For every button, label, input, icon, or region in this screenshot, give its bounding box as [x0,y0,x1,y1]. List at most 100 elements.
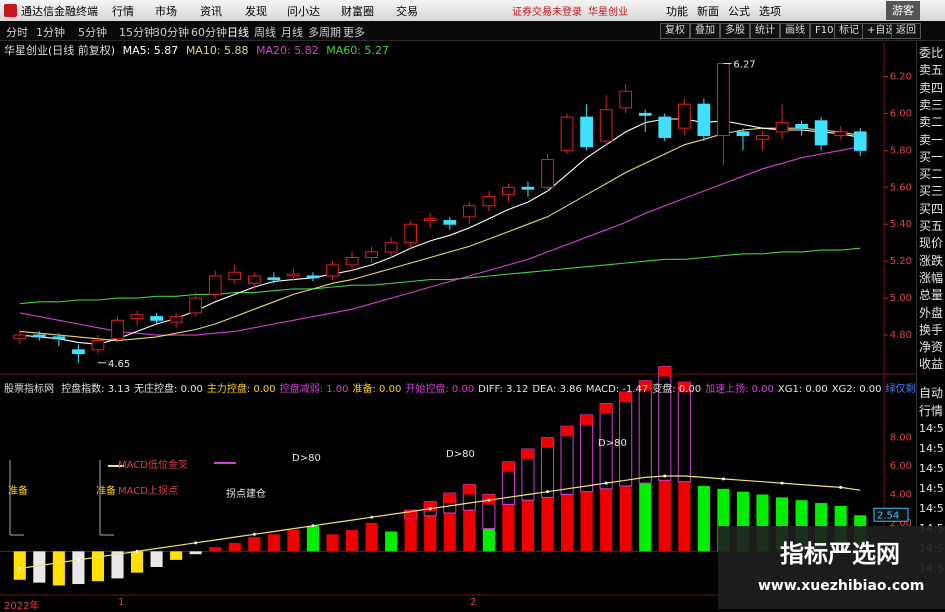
candle-up [13,334,27,340]
d80-label: D>80 [598,438,627,449]
candle-down [306,275,320,279]
indicator-bar [541,497,554,552]
control-cap-box [443,493,456,504]
tick-time-label: 14:5 [919,482,944,495]
candle-down [658,116,672,138]
candle-up [169,316,183,323]
candle-down [697,103,711,137]
indicator-dot [252,532,256,536]
quote-panel-label[interactable]: 净资 [919,338,943,355]
quote-panel-label[interactable]: 换手 [919,321,943,338]
price-axis-label: 6.00 [890,108,912,119]
quote-panel-label[interactable]: 买五 [919,217,943,234]
prepare-label: 准备 [96,484,116,497]
quote-panel-label[interactable]: 外盘 [919,304,943,321]
candle-up [130,314,144,319]
indicator-bar [345,530,359,552]
quote-panel-label[interactable]: 现价 [919,234,943,251]
quote-panel-label[interactable]: 卖二 [919,113,943,130]
indicator-bar [443,512,456,552]
candle-up [599,109,613,142]
indicator-bar [209,547,222,552]
macd-gold-label: MACD低位金叉 [118,458,188,471]
quote-panel-label[interactable]: 买三 [919,182,943,199]
candle-up [404,223,418,244]
indicator-dot [487,498,491,502]
indicator-legend-item: 无庄控盘: 0.00 [134,384,203,395]
candle-up [462,205,476,218]
candle-down [814,120,828,146]
indicator-legend-item: XG2: 0.00 [831,384,882,395]
candle-down [580,116,593,148]
macd-up-label: MACD上拐点 [118,484,178,497]
quote-panel-mode-label[interactable]: 行情 [919,402,943,419]
control-cap-box [463,484,476,495]
quote-panel-label[interactable]: 涨幅 [919,269,943,286]
indicator-dot [428,507,432,511]
indicator-legend-item: 开始控盘: 0.00 [405,384,475,395]
indicator-bar [424,515,437,552]
price-axis-label: 5.40 [890,219,912,230]
candle-down [521,186,535,190]
ma60-legend: MA60: 5.27 [326,44,389,57]
ma20-line [19,146,861,336]
quote-panel-label[interactable]: 委比 [919,44,943,61]
stock-legend-label: 华星创业(日线 前复权) [4,44,116,57]
tick-time-label: 14:5 [919,422,944,435]
tick-time-label: 14:5 [919,502,944,515]
indicator-name[interactable]: 股票指标网 [4,384,54,395]
indicator-bar [33,551,46,583]
sub-axis-label: 4.00 [890,490,912,501]
indicator-bar [639,483,652,552]
watermark-title: 指标严选网 [780,540,900,568]
time-axis-tick-2: 2 [470,597,477,608]
indicator-legend-item: MACD: -1.47 [585,384,649,395]
kline-chart[interactable]: 6.20 6.00 5.80 5.60 5.40 5.20 5.00 4.80 8.00 6.00… [0,0,945,609]
candle-down [72,349,85,355]
indicator-legend-item: 准备: 0.00 [352,384,402,395]
candle-up [345,256,359,266]
indicator-dot [780,481,784,485]
control-cap-box [600,403,613,414]
candle-up [208,275,222,295]
candle-up [717,63,730,137]
quote-panel-label[interactable]: 卖五 [919,61,943,78]
quote-panel-label[interactable]: 总量 [919,286,943,303]
indicator-bar [130,551,144,573]
candle-down [736,131,750,137]
quote-panel-label[interactable]: 买二 [919,165,943,182]
build-position-label: 拐点建仓 [226,487,266,500]
indicator-legend-item: 主力控盘: 0.00 [206,384,276,395]
sub-axis-label: 8.00 [890,433,912,444]
indicator-bar [697,485,710,552]
quote-panel-label[interactable]: 卖三 [919,96,943,113]
quote-panel-label[interactable]: 收益 [919,355,943,372]
candle-up [384,242,398,253]
tick-time-label: 14:5 [919,462,944,475]
candle-down [52,336,66,340]
candle-up [247,275,261,284]
control-cap-box [502,461,515,472]
candle-up [834,131,848,137]
low-price-label: 4.65 [108,359,130,370]
ma10-legend: MA10: 5.88 [185,44,249,57]
candle-up [91,340,105,351]
indicator-dot [839,485,843,489]
candle-up [326,264,339,277]
quote-panel-label[interactable]: 涨跌 [919,252,943,269]
quote-panel-label[interactable]: 买一 [919,148,943,165]
indicator-dot [663,474,667,478]
indicator-bar [385,531,398,552]
quote-panel-label[interactable]: 卖一 [919,131,943,148]
indicator-bar [502,504,515,552]
control-cap-box [541,437,554,448]
indicator-bar [267,534,280,552]
quote-panel-label[interactable]: 买四 [919,200,943,217]
indicator-bar [580,491,593,552]
control-outline-box [638,380,652,484]
indicator-bar [600,488,613,552]
quote-panel-mode-label[interactable]: 自动 [919,384,943,401]
quote-panel-label[interactable]: 卖四 [919,79,943,96]
indicator-dot [135,549,139,553]
indicator-legend-item: 加速上扬: 0.00 [705,384,774,395]
